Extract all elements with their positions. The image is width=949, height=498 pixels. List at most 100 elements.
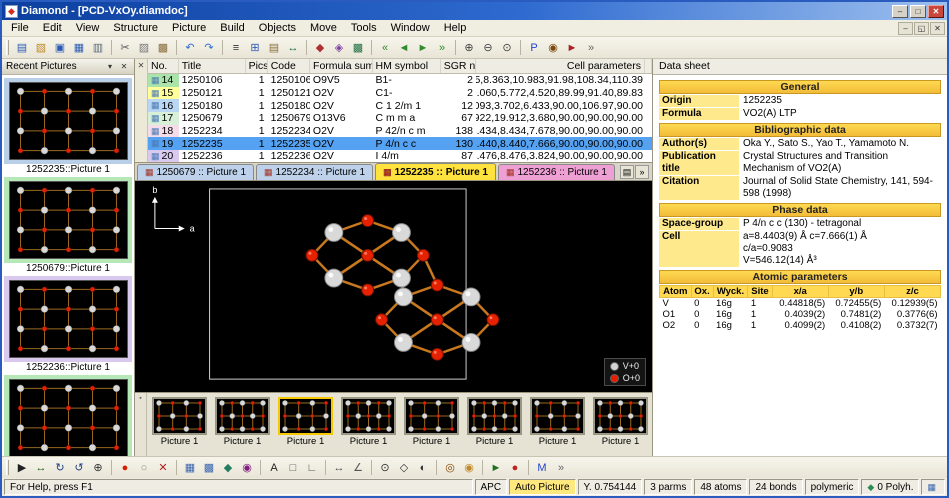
close-button[interactable]: ✕ (928, 5, 944, 18)
first-record-icon[interactable]: « (376, 39, 394, 57)
table-row[interactable]: ▦17125067911250679O13V6C m m a6711.922,1… (148, 112, 652, 125)
minimize-button[interactable]: – (892, 5, 908, 18)
animate-icon[interactable]: ► (487, 459, 505, 477)
column-header-sgr-no-[interactable]: SGR no. (441, 59, 476, 73)
new-document-icon[interactable]: ▤ (13, 39, 31, 57)
picture-tab[interactable]: ▦1252235 :: Picture 1 (375, 163, 496, 180)
panel-close-icon[interactable]: ✕ (118, 62, 130, 71)
menu-window[interactable]: Window (384, 21, 437, 35)
menu-tools[interactable]: Tools (344, 21, 384, 35)
record-movie-icon[interactable]: ● (506, 459, 524, 477)
angle-measure-icon[interactable]: ∠ (349, 459, 367, 477)
filmstrip-item[interactable]: Picture 1 (592, 397, 649, 456)
render-mode-icon[interactable]: ◎ (441, 459, 459, 477)
menu-view[interactable]: View (69, 21, 107, 35)
menu-picture[interactable]: Picture (165, 21, 213, 35)
column-header-cell-parameters[interactable]: Cell parameters (476, 59, 645, 73)
filmstrip-item[interactable]: Picture 1 (466, 397, 523, 456)
delete-object-icon[interactable]: ✕ (154, 459, 172, 477)
povray-icon[interactable]: P (525, 39, 543, 57)
cell-edges-icon[interactable]: □ (284, 459, 302, 477)
recent-picture-item[interactable] (4, 375, 132, 456)
fit-to-window-icon[interactable]: ⊙ (498, 39, 516, 57)
column-header-hm-symbol[interactable]: HM symbol (373, 59, 441, 73)
table-row[interactable]: ▦16125018011250180O2VC 1 2/m 11212.093,3… (148, 99, 652, 112)
atom-labels-icon[interactable]: A (265, 459, 283, 477)
table-row[interactable]: ▦15125012111250121O2VC1-29.060,5.772,4.5… (148, 87, 652, 100)
filmstrip-item[interactable]: Picture 1 (214, 397, 271, 456)
toolbar-overflow-icon[interactable]: » (582, 39, 600, 57)
distance-measure-icon[interactable]: ↔ (330, 459, 348, 477)
table-row[interactable]: ▦14125010611250106O9V5B1-27.005,8.363,10… (148, 74, 652, 87)
menu-move[interactable]: Move (303, 21, 344, 35)
menu-edit[interactable]: Edit (36, 21, 69, 35)
view-direction-icon[interactable]: ⊙ (376, 459, 394, 477)
picture-tab[interactable]: ▦1252236 :: Picture 1 (498, 164, 615, 180)
menu-file[interactable]: File (4, 21, 36, 35)
zoom-in-icon[interactable]: ⊕ (460, 39, 478, 57)
picture-tab[interactable]: ▦1252234 :: Picture 1 (256, 164, 373, 180)
menu-help[interactable]: Help (437, 21, 474, 35)
panel-menu-icon[interactable]: ▾ (104, 62, 116, 71)
filmstrip-item[interactable]: Picture 1 (403, 397, 460, 456)
fill-unit-cell-icon[interactable]: ▩ (349, 39, 367, 57)
data-table-icon[interactable]: ⊞ (246, 39, 264, 57)
distances-icon[interactable]: ↔ (284, 39, 302, 57)
select-tool-icon[interactable]: ▶ (13, 459, 31, 477)
column-header-title[interactable]: Title (179, 59, 246, 73)
cut-icon[interactable]: ✂ (116, 39, 134, 57)
lighting-icon[interactable]: ◉ (460, 459, 478, 477)
print-icon[interactable]: ▥ (89, 39, 107, 57)
polyhedra-icon[interactable]: ◆ (219, 459, 237, 477)
copy-icon[interactable]: ▨ (135, 39, 153, 57)
bottom-toolbar-overflow-icon[interactable]: » (552, 459, 570, 477)
animation-icon[interactable]: ► (563, 39, 581, 57)
add-bond-icon[interactable]: ○ (135, 459, 153, 477)
redo-icon[interactable]: ↷ (200, 39, 218, 57)
structure-canvas[interactable]: ba V+0O+0 (135, 181, 652, 392)
spin-tool-icon[interactable]: ↺ (70, 459, 88, 477)
save-all-icon[interactable]: ▦ (70, 39, 88, 57)
mdi-minimize-button[interactable]: – (898, 22, 913, 35)
structure-wizard-icon[interactable]: ◈ (330, 39, 348, 57)
open-file-icon[interactable]: ▧ (32, 39, 50, 57)
stereo-view-icon[interactable]: ◐ (414, 459, 432, 477)
undo-icon[interactable]: ↶ (181, 39, 199, 57)
column-header-no-[interactable]: No. (148, 59, 179, 73)
filmstrip-item[interactable]: Picture 1 (340, 397, 397, 456)
recent-picture-item[interactable]: 1252236::Picture 1 (4, 276, 132, 374)
save-icon[interactable]: ▣ (51, 39, 69, 57)
perspective-icon[interactable]: ◇ (395, 459, 413, 477)
table-row[interactable]: ▦18125223411252234O2VP 42/n c m1388.434,… (148, 125, 652, 138)
zoom-tool-icon[interactable]: ⊕ (89, 459, 107, 477)
table-row[interactable]: ▦20125223611252236O2VI 4/m878.476,8.476,… (148, 150, 652, 162)
menu-objects[interactable]: Objects (252, 21, 303, 35)
column-header-pics[interactable]: Pics (246, 59, 268, 73)
filmstrip-item[interactable]: Picture 1 (277, 397, 334, 456)
render-photo-icon[interactable]: ◉ (544, 39, 562, 57)
picture-list-button[interactable]: ▤ (620, 165, 634, 179)
axes-icon[interactable]: ∟ (303, 459, 321, 477)
menu-structure[interactable]: Structure (106, 21, 165, 35)
add-atom-icon[interactable]: ● (116, 459, 134, 477)
previous-record-icon[interactable]: ◄ (395, 39, 413, 57)
menu-build[interactable]: Build (213, 21, 251, 35)
next-record-icon[interactable]: ► (414, 39, 432, 57)
rotate-tool-icon[interactable]: ↻ (51, 459, 69, 477)
table-row[interactable]: ▦19125223511252235O2VP 4/n c c1308.440,8… (148, 137, 652, 150)
tab-scroll-right-button[interactable]: » (635, 165, 649, 179)
packing-icon[interactable]: ▩ (200, 459, 218, 477)
zoom-out-icon[interactable]: ⊖ (479, 39, 497, 57)
maximize-button[interactable]: □ (910, 5, 926, 18)
new-picture-icon[interactable]: ◆ (311, 39, 329, 57)
structure-list-icon[interactable]: ≡ (227, 39, 245, 57)
filmstrip-item[interactable]: Picture 1 (151, 397, 208, 456)
recent-picture-item[interactable]: 1252235::Picture 1 (4, 78, 132, 176)
measure-menu-icon[interactable]: M (533, 459, 551, 477)
pan-tool-icon[interactable]: ↔ (32, 459, 50, 477)
filmstrip-item[interactable]: Picture 1 (529, 397, 586, 456)
fill-cell-icon[interactable]: ▦ (181, 459, 199, 477)
paste-icon[interactable]: ▩ (154, 39, 172, 57)
recent-picture-item[interactable]: 1250679::Picture 1 (4, 177, 132, 275)
close-table-pane-icon[interactable]: ✕ (138, 61, 145, 70)
